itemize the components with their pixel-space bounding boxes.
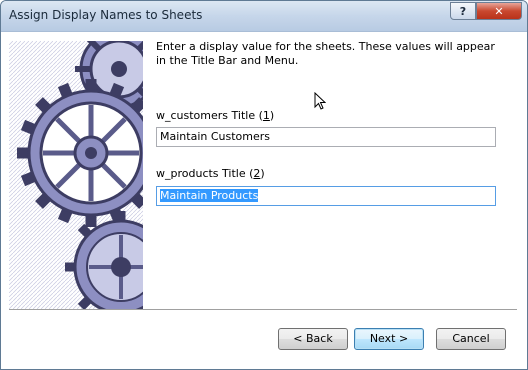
- input-value-selected: Maintain Products: [160, 189, 259, 202]
- title-bar[interactable]: Assign Display Names to Sheets ? ✕: [1, 1, 527, 32]
- help-icon[interactable]: ?: [450, 2, 476, 20]
- back-button[interactable]: < Back: [278, 328, 348, 350]
- footer-separator: [9, 309, 517, 311]
- products-title-label: w_products Title (2): [156, 167, 265, 180]
- window-title: Assign Display Names to Sheets: [9, 8, 203, 22]
- wizard-body: Enter a display value for the sheets. Th…: [1, 32, 527, 369]
- gears-illustration: [9, 41, 143, 309]
- label-text: w_products Title (: [156, 167, 254, 180]
- wizard-window: Assign Display Names to Sheets ? ✕ Enter…: [0, 0, 528, 370]
- label-text: ): [260, 167, 265, 180]
- mouse-pointer-icon: [314, 92, 326, 110]
- label-text: ): [269, 109, 275, 122]
- products-title-input[interactable]: Maintain Products: [156, 186, 496, 206]
- close-icon[interactable]: ✕: [476, 2, 522, 20]
- customers-title-label: w_customers Title (1): [156, 109, 274, 122]
- input-value: Maintain Customers: [160, 130, 270, 143]
- next-button[interactable]: Next >: [354, 328, 424, 350]
- customers-title-input[interactable]: Maintain Customers: [156, 127, 496, 147]
- intro-text: Enter a display value for the sheets. Th…: [156, 40, 495, 67]
- mnemonic-key: 1: [262, 109, 270, 122]
- label-text: w_customers Title (: [156, 109, 263, 122]
- cancel-button[interactable]: Cancel: [436, 328, 506, 350]
